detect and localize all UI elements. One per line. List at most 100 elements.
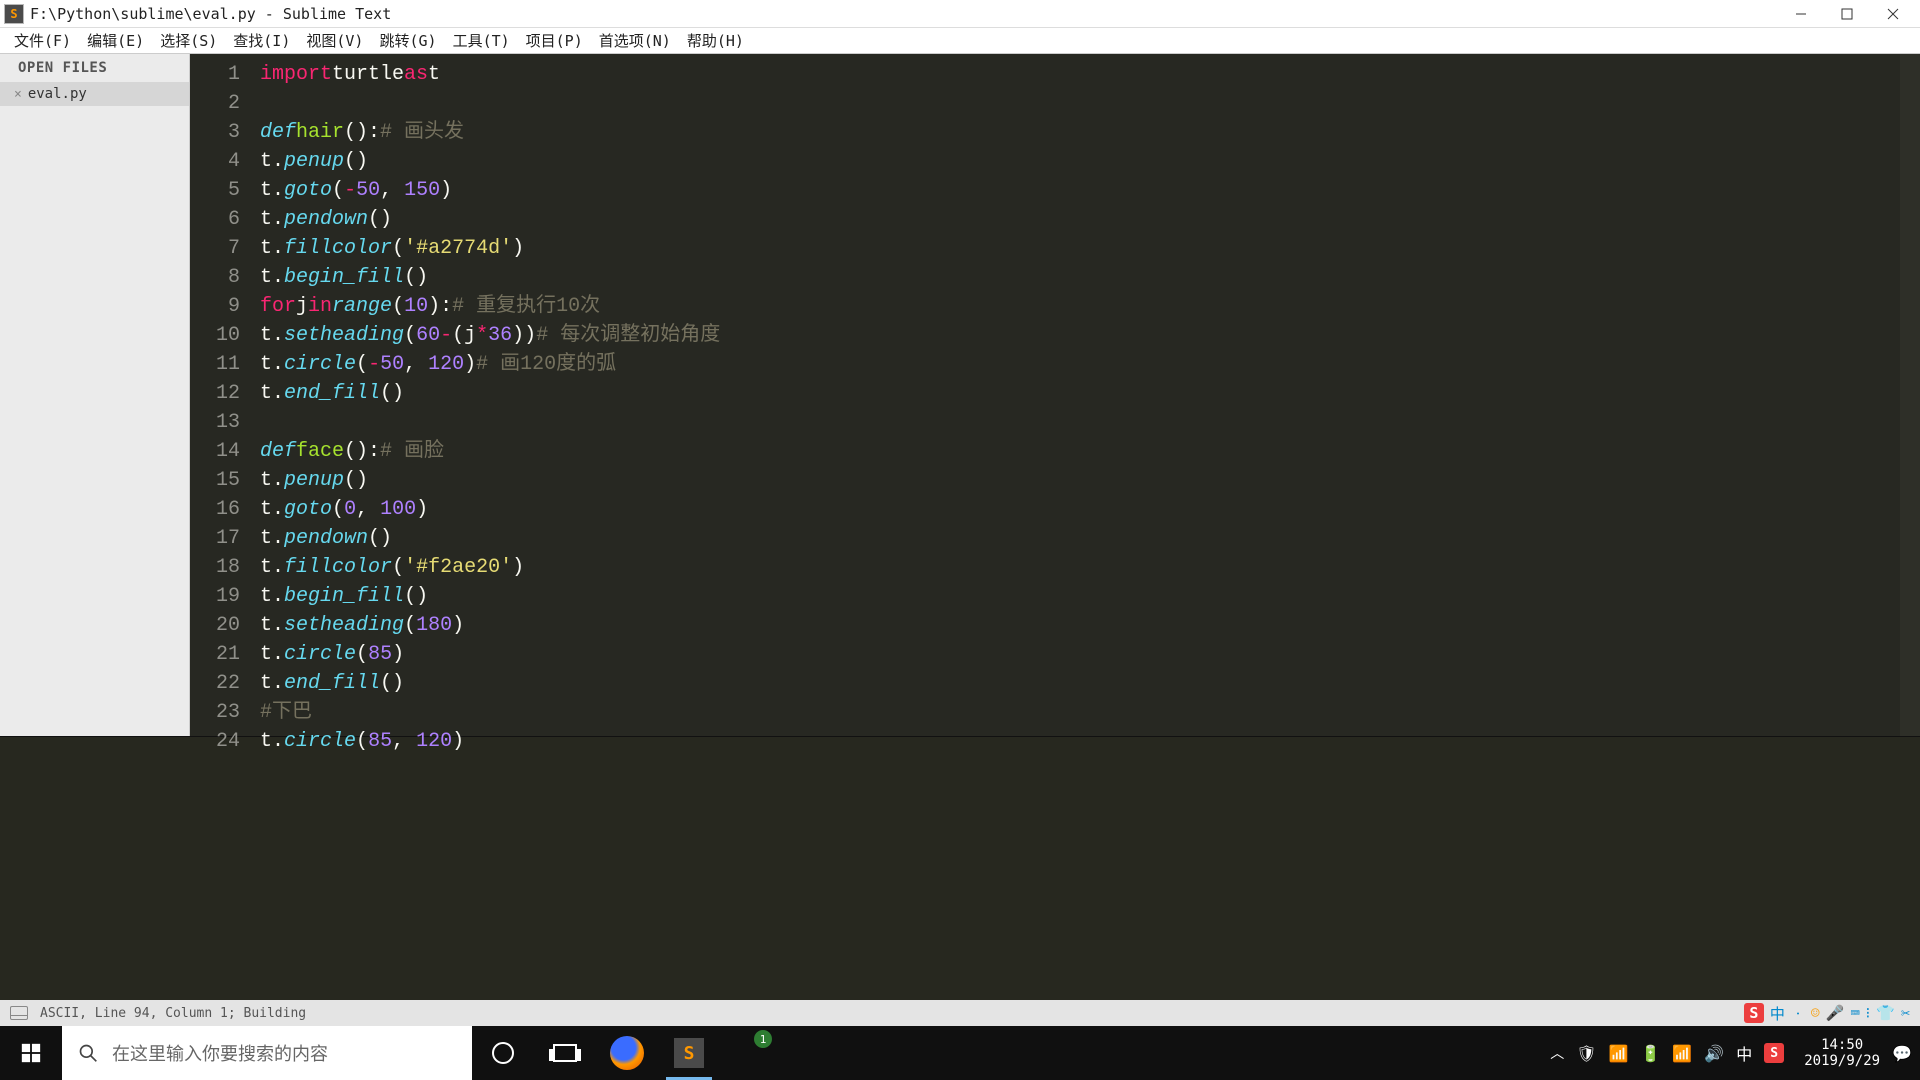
- menu-item[interactable]: 跳转(G): [371, 30, 444, 51]
- close-file-icon[interactable]: ×: [14, 87, 22, 102]
- code-line[interactable]: t.goto(-50, 150): [260, 176, 1900, 205]
- code-line[interactable]: t.circle(85): [260, 640, 1900, 669]
- code-line[interactable]: [260, 408, 1900, 437]
- line-number: 16: [190, 495, 240, 524]
- ime-item[interactable]: ✂: [1901, 1004, 1910, 1022]
- line-number: 21: [190, 640, 240, 669]
- line-number: 11: [190, 350, 240, 379]
- taskbar-app-sublime[interactable]: S: [658, 1026, 720, 1080]
- app-icon: S: [4, 4, 24, 24]
- tray-volume-icon[interactable]: 🔊: [1704, 1044, 1724, 1063]
- close-button[interactable]: [1870, 0, 1916, 28]
- menu-item[interactable]: 项目(P): [518, 30, 591, 51]
- tray-battery-icon[interactable]: 🔋: [1640, 1044, 1660, 1063]
- ime-item[interactable]: ⌨: [1850, 1004, 1859, 1022]
- title-bar: S F:\Python\sublime\eval.py - Sublime Te…: [0, 0, 1920, 28]
- menu-item[interactable]: 选择(S): [152, 30, 225, 51]
- code-area[interactable]: import turtle as t def hair(): # 画头发 t.p…: [252, 54, 1900, 736]
- minimize-button[interactable]: [1778, 0, 1824, 28]
- taskbar-search[interactable]: 在这里输入你要搜索的内容: [62, 1026, 472, 1080]
- window-title: F:\Python\sublime\eval.py - Sublime Text: [30, 5, 1778, 23]
- task-view-button[interactable]: [534, 1026, 596, 1080]
- code-line[interactable]: t.pendown(): [260, 205, 1900, 234]
- line-number: 15: [190, 466, 240, 495]
- code-line[interactable]: t.begin_fill(): [260, 582, 1900, 611]
- tray-icon[interactable]: 🛡: [1576, 1044, 1596, 1063]
- line-number: 12: [190, 379, 240, 408]
- code-line[interactable]: t.fillcolor('#f2ae20'): [260, 553, 1900, 582]
- open-file-item[interactable]: × eval.py: [0, 82, 189, 106]
- search-placeholder: 在这里输入你要搜索的内容: [112, 1040, 328, 1066]
- panel-switch-icon[interactable]: [10, 1006, 28, 1020]
- taskbar-app-firefox[interactable]: [596, 1026, 658, 1080]
- status-text: ASCII, Line 94, Column 1; Building: [40, 1006, 306, 1021]
- code-line[interactable]: t.fillcolor('#a2774d'): [260, 234, 1900, 263]
- line-number: 2: [190, 89, 240, 118]
- minimap[interactable]: [1900, 54, 1920, 736]
- line-number: 4: [190, 147, 240, 176]
- code-line[interactable]: t.setheading(180): [260, 611, 1900, 640]
- maximize-button[interactable]: [1824, 0, 1870, 28]
- sogou-ime-icon[interactable]: S: [1744, 1003, 1764, 1023]
- menu-item[interactable]: 帮助(H): [679, 30, 752, 51]
- line-gutter: 123456789101112131415161718192021222324: [190, 54, 252, 736]
- ime-item[interactable]: 中: [1770, 1003, 1785, 1024]
- ime-toolbar[interactable]: S 中 ㆍ ☺ 🎤 ⌨ ⁝ 👕 ✂: [1744, 1003, 1910, 1024]
- line-number: 9: [190, 292, 240, 321]
- task-view-icon: [553, 1044, 577, 1062]
- ime-item[interactable]: ⁝: [1866, 1004, 1871, 1022]
- line-number: 6: [190, 205, 240, 234]
- menu-item[interactable]: 视图(V): [298, 30, 371, 51]
- menu-item[interactable]: 查找(I): [225, 30, 298, 51]
- taskbar-notification[interactable]: 1: [720, 1026, 782, 1080]
- code-line[interactable]: import turtle as t: [260, 60, 1900, 89]
- code-line[interactable]: t.setheading(60 - (j * 36)) # 每次调整初始角度: [260, 321, 1900, 350]
- menu-item[interactable]: 工具(T): [445, 30, 518, 51]
- code-line[interactable]: t.end_fill(): [260, 669, 1900, 698]
- code-line[interactable]: def face(): # 画脸: [260, 437, 1900, 466]
- notification-badge: 1: [754, 1030, 772, 1048]
- menu-item[interactable]: 文件(F): [6, 30, 79, 51]
- action-center-icon[interactable]: 💬: [1892, 1044, 1912, 1063]
- code-line[interactable]: t.penup(): [260, 466, 1900, 495]
- menu-item[interactable]: 编辑(E): [79, 30, 152, 51]
- line-number: 10: [190, 321, 240, 350]
- code-line[interactable]: t.pendown(): [260, 524, 1900, 553]
- line-number: 8: [190, 263, 240, 292]
- code-line[interactable]: t.goto(0, 100): [260, 495, 1900, 524]
- ime-item[interactable]: 👕: [1876, 1004, 1895, 1022]
- start-button[interactable]: [0, 1026, 62, 1080]
- code-line[interactable]: t.penup(): [260, 147, 1900, 176]
- code-line[interactable]: for j in range(10): # 重复执行10次: [260, 292, 1900, 321]
- ime-item[interactable]: ㆍ: [1791, 1003, 1805, 1024]
- menu-item[interactable]: 首选项(N): [591, 30, 679, 51]
- tray-wifi-icon[interactable]: 📶: [1672, 1044, 1692, 1063]
- tray-clock[interactable]: 14:50 2019/9/29: [1804, 1037, 1880, 1069]
- build-output-panel[interactable]: [0, 736, 1920, 1000]
- main-area: OPEN FILES × eval.py 1234567891011121314…: [0, 54, 1920, 736]
- code-line[interactable]: [260, 89, 1900, 118]
- code-line[interactable]: #下巴: [260, 698, 1900, 727]
- tray-chevron-icon[interactable]: ︿: [1550, 1043, 1564, 1063]
- ime-item[interactable]: 🎤: [1826, 1004, 1845, 1022]
- code-editor[interactable]: 123456789101112131415161718192021222324 …: [190, 54, 1920, 736]
- code-line[interactable]: t.end_fill(): [260, 379, 1900, 408]
- cortana-button[interactable]: [472, 1026, 534, 1080]
- line-number: 23: [190, 698, 240, 727]
- code-line[interactable]: t.begin_fill(): [260, 263, 1900, 292]
- line-number: 13: [190, 408, 240, 437]
- line-number: 17: [190, 524, 240, 553]
- tray-lang[interactable]: 中: [1736, 1041, 1752, 1065]
- code-line[interactable]: def hair(): # 画头发: [260, 118, 1900, 147]
- code-line[interactable]: t.circle(-50, 120) # 画120度的弧: [260, 350, 1900, 379]
- line-number: 7: [190, 234, 240, 263]
- tray-sogou-icon[interactable]: S: [1764, 1043, 1784, 1063]
- open-file-name: eval.py: [28, 86, 87, 102]
- code-line[interactable]: t.circle(85, 120): [260, 727, 1900, 756]
- ime-item[interactable]: ☺: [1811, 1004, 1820, 1022]
- system-tray: ︿ 🛡 📶 🔋 📶 🔊 中 S 14:50 2019/9/29 💬: [1550, 1037, 1920, 1069]
- tray-icon[interactable]: 📶: [1609, 1044, 1629, 1063]
- line-number: 5: [190, 176, 240, 205]
- sublime-icon: S: [674, 1038, 704, 1068]
- line-number: 3: [190, 118, 240, 147]
